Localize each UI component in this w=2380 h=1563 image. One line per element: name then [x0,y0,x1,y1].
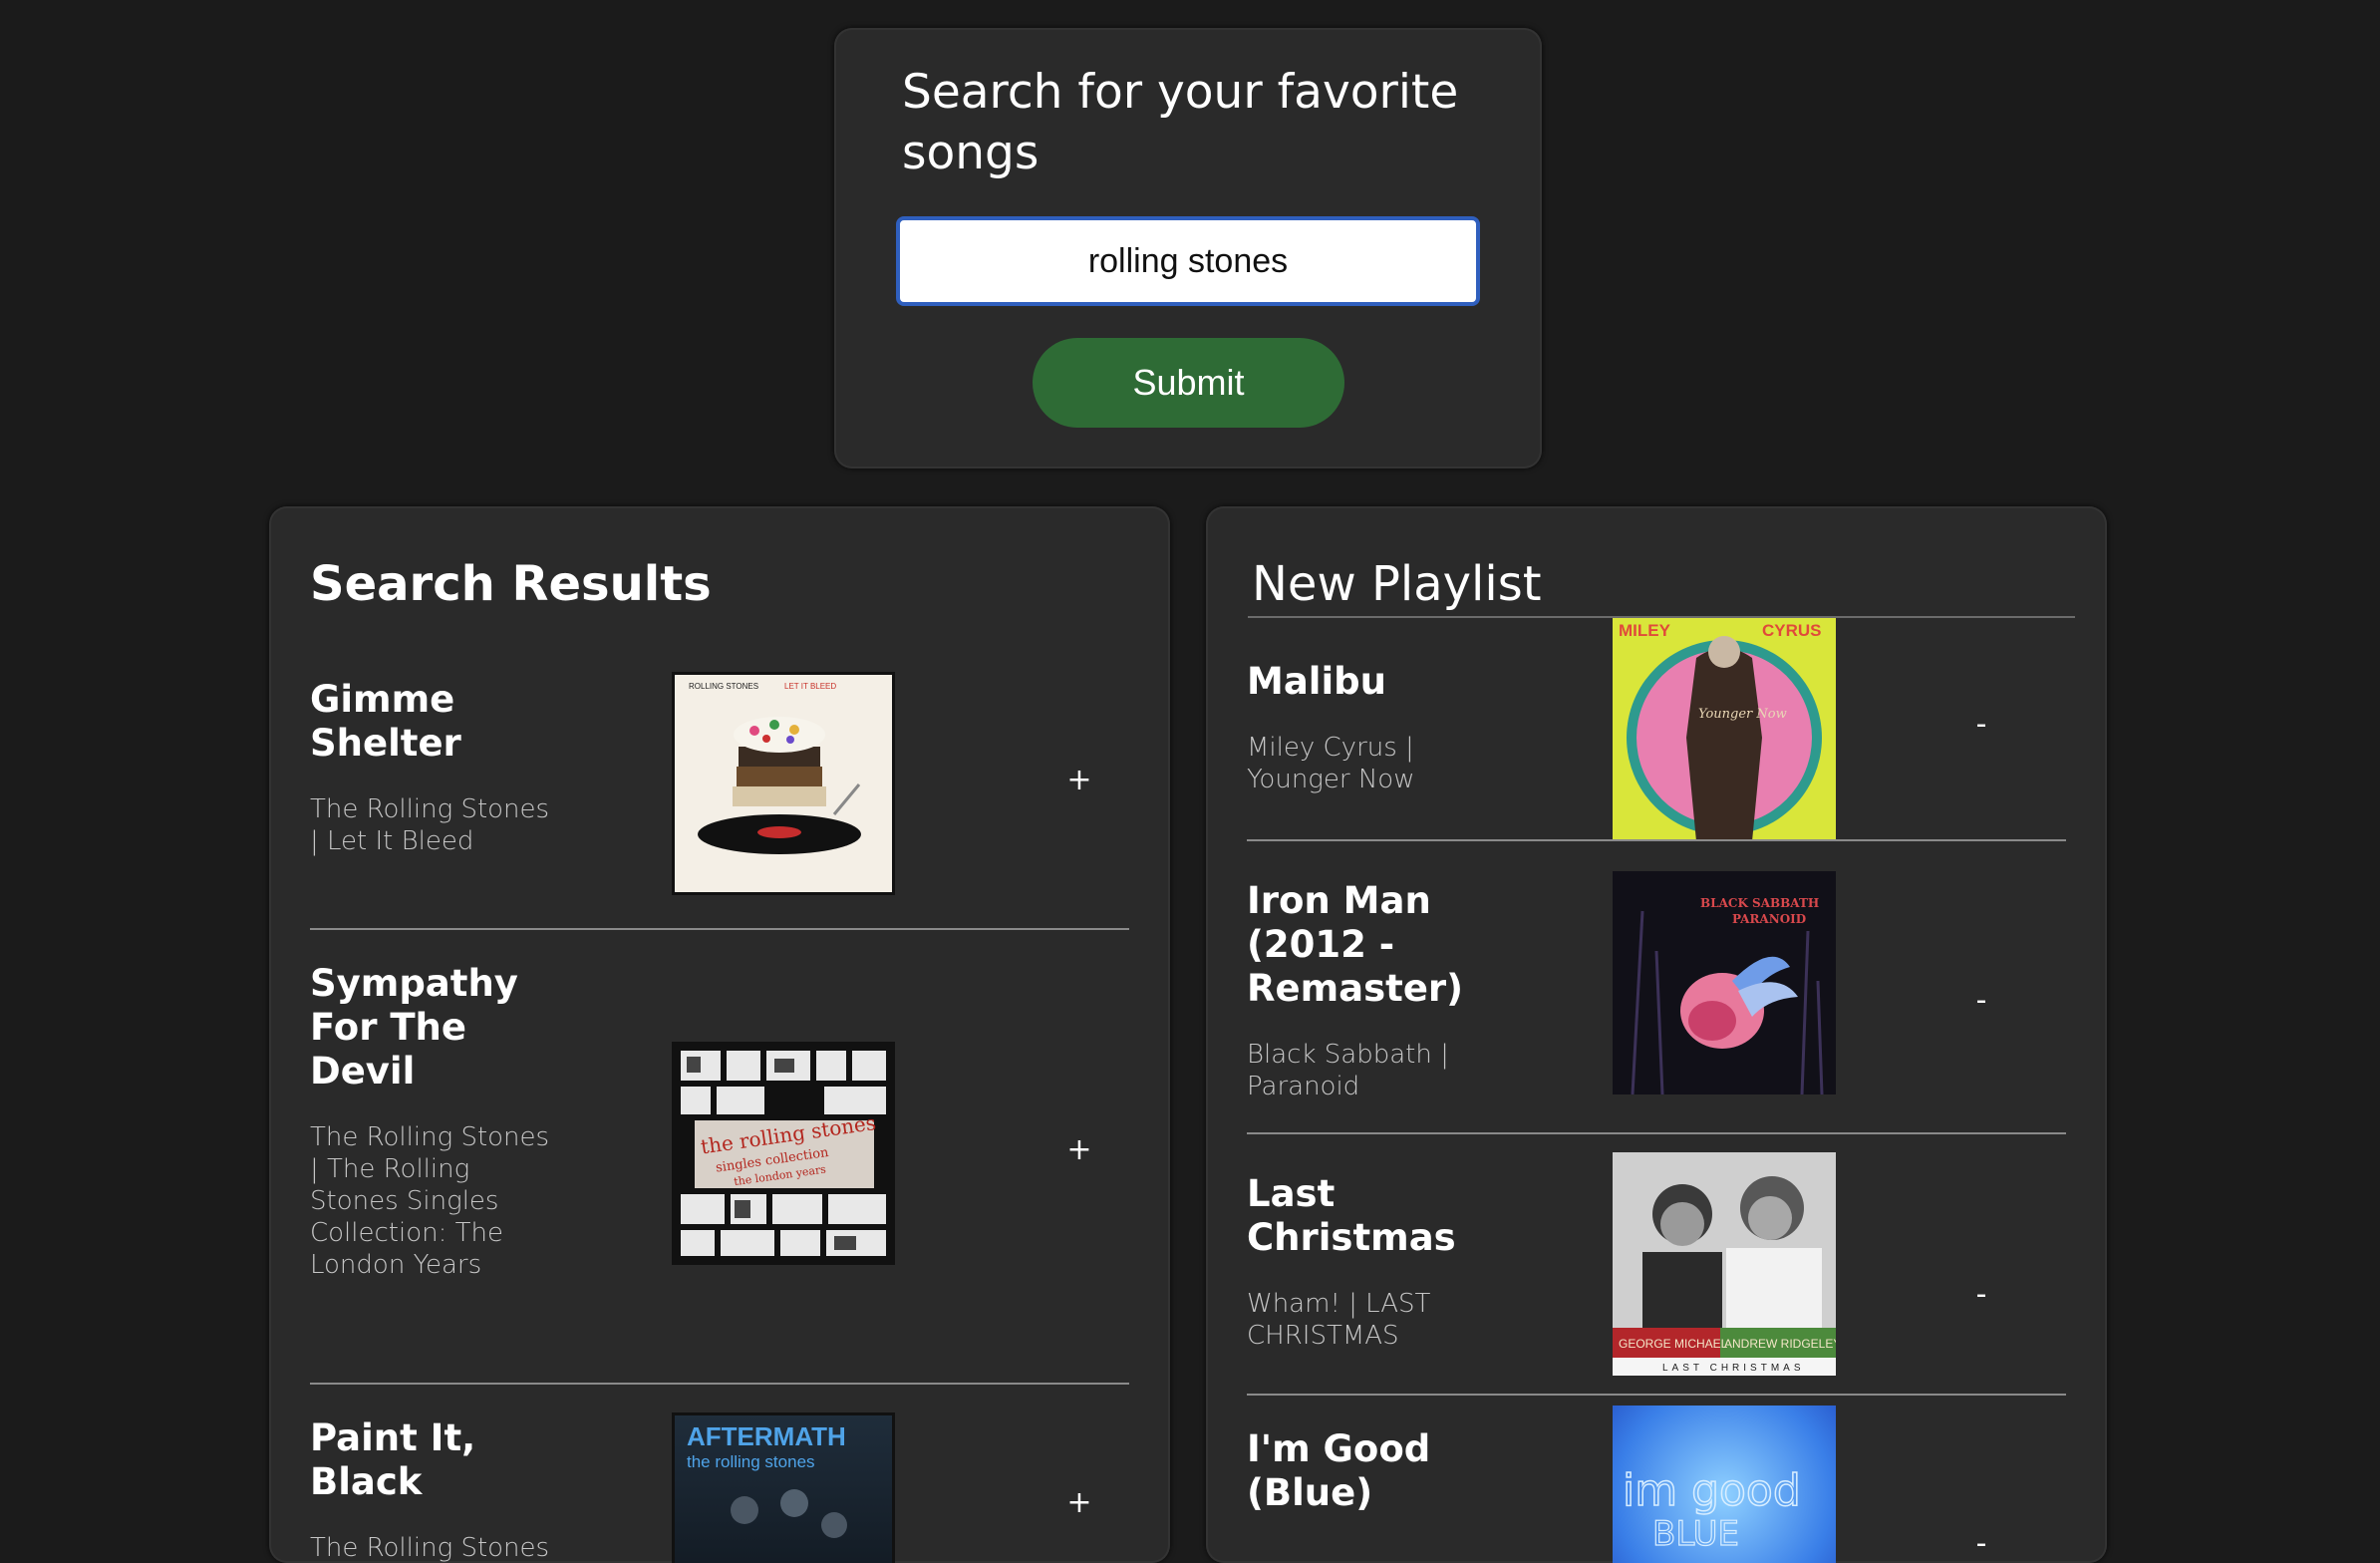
cover-title-text: AFTERMATH [687,1421,846,1451]
search-card: Search for your favorite songs Submit [834,28,1542,469]
remove-track-button[interactable]: - [1951,970,2011,1030]
album-cover-singles-collection: the rolling stones singles collection th… [672,1042,895,1265]
playlist-track: Malibu Miley Cyrus | Younger Now MILEY C… [1247,618,2066,841]
cover-right-text: ANDREW RIDGELEY [1724,1337,1836,1351]
result-track: Paint It, Black The Rolling Stones | Aft… [310,1412,1129,1563]
track-info: Sympathy For The Devil The Rolling Stone… [310,962,559,1281]
album-cover-aftermath: AFTERMATH the rolling stones [672,1412,895,1563]
search-results-heading: Search Results [310,556,712,612]
add-track-button[interactable]: + [1049,1472,1109,1532]
track-info: Paint It, Black The Rolling Stones | Aft… [310,1416,559,1563]
remove-track-button[interactable]: - [1951,1264,2011,1324]
track-name: Gimme Shelter [310,678,461,765]
album-cover-im-good: im good BLUE [1613,1406,1836,1563]
cover-bottom-text: LAST CHRISTMAS [1662,1363,1805,1374]
track-name: Iron Man (2012 - Remaster) [1247,879,1464,1010]
search-results-panel: Search Results Gimme Shelter The Rolling… [269,506,1170,1563]
remove-track-button[interactable]: - [1951,1513,2011,1563]
track-artist-album: Miley Cyrus | Younger Now [1247,733,1415,794]
cover-subtitle-text: BLUE [1652,1514,1739,1554]
playlist-track: Iron Man (2012 - Remaster) Black Sabbath… [1247,871,2066,1134]
add-track-button[interactable]: + [1049,1119,1109,1179]
track-artist-album: The Rolling Stones | The Rolling Stones … [310,1122,550,1280]
track-info: I'm Good (Blue) [1247,1427,1496,1543]
track-name: Sympathy For The Devil [310,962,518,1093]
result-track: Sympathy For The Devil The Rolling Stone… [310,962,1129,1385]
cover-band-text: ROLLING STONES [689,682,758,691]
playlist-name-input[interactable] [1248,552,2075,618]
cover-subtitle-text: the rolling stones [687,1452,815,1471]
track-artist-album: Black Sabbath | Paranoid [1247,1040,1449,1101]
track-name: I'm Good (Blue) [1247,1427,1431,1514]
track-info: Malibu Miley Cyrus | Younger Now [1247,660,1496,795]
track-artist-album: The Rolling Stones | Let It Bleed [310,794,550,856]
cover-title-text: PARANOID [1732,912,1806,926]
playlist-track: I'm Good (Blue) im good BLUE - [1247,1406,2066,1563]
search-title: Search for your favorite songs [902,65,1459,180]
cover-right-text: CYRUS [1762,621,1822,640]
track-name: Paint It, Black [310,1416,476,1503]
search-input[interactable] [896,216,1480,306]
cover-band-text: BLACK SABBATH [1700,896,1819,910]
track-name: Malibu [1247,660,1386,703]
track-info: Last Christmas Wham! | LAST CHRISTMAS [1247,1172,1496,1352]
track-info: Gimme Shelter The Rolling Stones | Let I… [310,678,559,857]
cover-title-text: im good [1623,1465,1801,1516]
album-cover-last-christmas: GEORGE MICHAEL ANDREW RIDGELEY LAST CHRI… [1613,1152,1836,1376]
cover-title-text: LET IT BLEED [784,682,836,691]
track-info: Iron Man (2012 - Remaster) Black Sabbath… [1247,879,1496,1102]
album-cover-let-it-bleed: ROLLING STONES LET IT BLEED [672,672,895,895]
playlist-track: Last Christmas Wham! | LAST CHRISTMAS GE… [1247,1152,2066,1396]
add-track-button[interactable]: + [1049,750,1109,809]
result-track: Gimme Shelter The Rolling Stones | Let I… [310,672,1129,930]
album-cover-younger-now: MILEY CYRUS Younger Now [1613,618,1836,841]
track-artist-album: The Rolling Stones | Aftermath [310,1533,550,1563]
playlist-panel: Malibu Miley Cyrus | Younger Now MILEY C… [1206,506,2107,1563]
submit-button[interactable]: Submit [1033,338,1344,428]
cover-script-text: Younger Now [1698,707,1787,722]
track-artist-album: Wham! | LAST CHRISTMAS [1247,1289,1431,1351]
album-cover-paranoid: BLACK SABBATH PARANOID [1613,871,1836,1094]
track-name: Last Christmas [1247,1172,1456,1259]
cover-left-text: GEORGE MICHAEL [1619,1337,1728,1351]
cover-left-text: MILEY [1619,621,1671,640]
remove-track-button[interactable]: - [1951,694,2011,754]
